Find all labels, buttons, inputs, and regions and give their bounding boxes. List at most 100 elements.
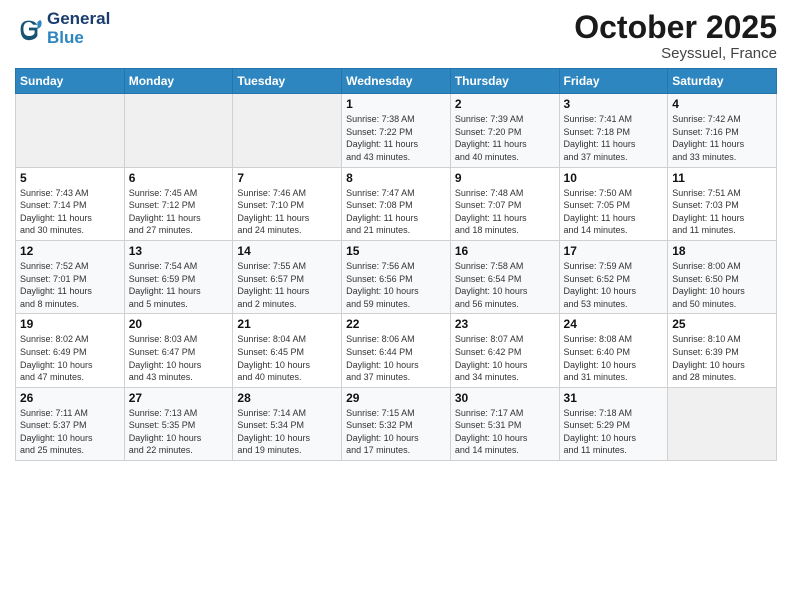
logo-icon: [15, 15, 43, 43]
day-number: 5: [20, 171, 120, 185]
calendar-week-row: 12Sunrise: 7:52 AM Sunset: 7:01 PM Dayli…: [16, 240, 777, 313]
calendar-day-cell: 16 Sunrise: 7:58 AM Sunset: 6:54 PM Dayli…: [450, 240, 559, 313]
day-info: Sunrise: 7:56 AM Sunset: 6:56 PM Dayligh…: [346, 260, 446, 310]
day-info: Sunrise: 7:41 AM Sunset: 7:18 PM Dayligh…: [564, 113, 664, 163]
calendar-page: General Blue October 2025 Seyssuel, Fran…: [0, 0, 792, 612]
calendar-day-cell: 3 Sunrise: 7:41 AM Sunset: 7:18 PM Daylig…: [559, 94, 668, 167]
location-subtitle: Seyssuel, France: [574, 45, 777, 62]
calendar-day-cell: 30 Sunrise: 7:17 AM Sunset: 5:31 PM Dayli…: [450, 387, 559, 460]
calendar-day-cell: 17 Sunrise: 7:59 AM Sunset: 6:52 PM Dayli…: [559, 240, 668, 313]
day-info: Sunrise: 7:43 AM Sunset: 7:14 PM Dayligh…: [20, 187, 120, 237]
day-number: 29: [346, 391, 446, 405]
day-number: 27: [129, 391, 229, 405]
calendar-day-cell: 5 Sunrise: 7:43 AM Sunset: 7:14 PM Daylig…: [16, 167, 125, 240]
calendar-day-cell: 25 Sunrise: 8:10 AM Sunset: 6:39 PM Dayli…: [668, 314, 777, 387]
calendar-day-cell: 19Sunrise: 8:02 AM Sunset: 6:49 PM Dayli…: [16, 314, 125, 387]
day-info: Sunrise: 7:59 AM Sunset: 6:52 PM Dayligh…: [564, 260, 664, 310]
day-info: Sunrise: 7:18 AM Sunset: 5:29 PM Dayligh…: [564, 407, 664, 457]
calendar-day-cell: 18Sunrise: 8:00 AM Sunset: 6:50 PM Dayli…: [668, 240, 777, 313]
day-info: Sunrise: 7:17 AM Sunset: 5:31 PM Dayligh…: [455, 407, 555, 457]
calendar-day-cell: [233, 94, 342, 167]
calendar-day-cell: 22Sunrise: 8:06 AM Sunset: 6:44 PM Dayli…: [342, 314, 451, 387]
day-number: 16: [455, 244, 555, 258]
day-number: 22: [346, 317, 446, 331]
day-info: Sunrise: 7:58 AM Sunset: 6:54 PM Dayligh…: [455, 260, 555, 310]
day-info: Sunrise: 7:50 AM Sunset: 7:05 PM Dayligh…: [564, 187, 664, 237]
day-info: Sunrise: 7:54 AM Sunset: 6:59 PM Dayligh…: [129, 260, 229, 310]
day-info: Sunrise: 8:10 AM Sunset: 6:39 PM Dayligh…: [672, 333, 772, 383]
logo: General Blue: [15, 10, 110, 47]
day-number: 31: [564, 391, 664, 405]
day-number: 3: [564, 97, 664, 111]
day-number: 24: [564, 317, 664, 331]
day-number: 26: [20, 391, 120, 405]
col-thursday: Thursday: [450, 69, 559, 94]
day-info: Sunrise: 8:08 AM Sunset: 6:40 PM Dayligh…: [564, 333, 664, 383]
day-info: Sunrise: 8:03 AM Sunset: 6:47 PM Dayligh…: [129, 333, 229, 383]
calendar-day-cell: 6Sunrise: 7:45 AM Sunset: 7:12 PM Daylig…: [124, 167, 233, 240]
day-number: 10: [564, 171, 664, 185]
calendar-day-cell: 8 Sunrise: 7:47 AM Sunset: 7:08 PM Daylig…: [342, 167, 451, 240]
day-info: Sunrise: 8:07 AM Sunset: 6:42 PM Dayligh…: [455, 333, 555, 383]
col-wednesday: Wednesday: [342, 69, 451, 94]
calendar-day-cell: 7Sunrise: 7:46 AM Sunset: 7:10 PM Daylig…: [233, 167, 342, 240]
day-number: 8: [346, 171, 446, 185]
day-number: 7: [237, 171, 337, 185]
col-saturday: Saturday: [668, 69, 777, 94]
calendar-day-cell: [124, 94, 233, 167]
calendar-day-cell: 29 Sunrise: 7:15 AM Sunset: 5:32 PM Dayli…: [342, 387, 451, 460]
calendar-day-cell: 1Sunrise: 7:38 AM Sunset: 7:22 PM Daylig…: [342, 94, 451, 167]
header: General Blue October 2025 Seyssuel, Fran…: [15, 10, 777, 62]
calendar-day-cell: 9 Sunrise: 7:48 AM Sunset: 7:07 PM Daylig…: [450, 167, 559, 240]
day-info: Sunrise: 7:15 AM Sunset: 5:32 PM Dayligh…: [346, 407, 446, 457]
calendar-day-cell: 28Sunrise: 7:14 AM Sunset: 5:34 PM Dayli…: [233, 387, 342, 460]
day-number: 11: [672, 171, 772, 185]
calendar-day-cell: 20 Sunrise: 8:03 AM Sunset: 6:47 PM Dayli…: [124, 314, 233, 387]
day-info: Sunrise: 8:02 AM Sunset: 6:49 PM Dayligh…: [20, 333, 120, 383]
day-info: Sunrise: 8:00 AM Sunset: 6:50 PM Dayligh…: [672, 260, 772, 310]
calendar-table: Sunday Monday Tuesday Wednesday Thursday…: [15, 68, 777, 461]
title-area: October 2025 Seyssuel, France: [574, 10, 777, 62]
calendar-day-cell: 24 Sunrise: 8:08 AM Sunset: 6:40 PM Dayli…: [559, 314, 668, 387]
calendar-day-cell: 10 Sunrise: 7:50 AM Sunset: 7:05 PM Dayli…: [559, 167, 668, 240]
col-friday: Friday: [559, 69, 668, 94]
day-number: 2: [455, 97, 555, 111]
calendar-day-cell: 15 Sunrise: 7:56 AM Sunset: 6:56 PM Dayli…: [342, 240, 451, 313]
day-info: Sunrise: 7:47 AM Sunset: 7:08 PM Dayligh…: [346, 187, 446, 237]
day-info: Sunrise: 7:52 AM Sunset: 7:01 PM Dayligh…: [20, 260, 120, 310]
day-info: Sunrise: 7:13 AM Sunset: 5:35 PM Dayligh…: [129, 407, 229, 457]
calendar-day-cell: 31 Sunrise: 7:18 AM Sunset: 5:29 PM Dayli…: [559, 387, 668, 460]
day-number: 15: [346, 244, 446, 258]
col-monday: Monday: [124, 69, 233, 94]
calendar-day-cell: 21 Sunrise: 8:04 AM Sunset: 6:45 PM Dayli…: [233, 314, 342, 387]
calendar-day-cell: [668, 387, 777, 460]
calendar-week-row: 26 Sunrise: 7:11 AM Sunset: 5:37 PM Dayli…: [16, 387, 777, 460]
day-number: 25: [672, 317, 772, 331]
day-info: Sunrise: 7:55 AM Sunset: 6:57 PM Dayligh…: [237, 260, 337, 310]
day-number: 9: [455, 171, 555, 185]
day-number: 1: [346, 97, 446, 111]
day-number: 14: [237, 244, 337, 258]
calendar-day-cell: 2 Sunrise: 7:39 AM Sunset: 7:20 PM Daylig…: [450, 94, 559, 167]
day-number: 21: [237, 317, 337, 331]
calendar-day-cell: 4Sunrise: 7:42 AM Sunset: 7:16 PM Daylig…: [668, 94, 777, 167]
day-number: 20: [129, 317, 229, 331]
day-info: Sunrise: 7:11 AM Sunset: 5:37 PM Dayligh…: [20, 407, 120, 457]
col-sunday: Sunday: [16, 69, 125, 94]
calendar-header-row: Sunday Monday Tuesday Wednesday Thursday…: [16, 69, 777, 94]
calendar-day-cell: 12Sunrise: 7:52 AM Sunset: 7:01 PM Dayli…: [16, 240, 125, 313]
logo-line2: Blue: [47, 29, 110, 48]
day-number: 6: [129, 171, 229, 185]
calendar-week-row: 19Sunrise: 8:02 AM Sunset: 6:49 PM Dayli…: [16, 314, 777, 387]
calendar-day-cell: 14 Sunrise: 7:55 AM Sunset: 6:57 PM Dayli…: [233, 240, 342, 313]
calendar-week-row: 1Sunrise: 7:38 AM Sunset: 7:22 PM Daylig…: [16, 94, 777, 167]
day-number: 17: [564, 244, 664, 258]
day-info: Sunrise: 7:51 AM Sunset: 7:03 PM Dayligh…: [672, 187, 772, 237]
day-number: 30: [455, 391, 555, 405]
calendar-day-cell: 27 Sunrise: 7:13 AM Sunset: 5:35 PM Dayli…: [124, 387, 233, 460]
day-info: Sunrise: 8:04 AM Sunset: 6:45 PM Dayligh…: [237, 333, 337, 383]
day-info: Sunrise: 7:48 AM Sunset: 7:07 PM Dayligh…: [455, 187, 555, 237]
day-number: 13: [129, 244, 229, 258]
day-info: Sunrise: 7:39 AM Sunset: 7:20 PM Dayligh…: [455, 113, 555, 163]
col-tuesday: Tuesday: [233, 69, 342, 94]
